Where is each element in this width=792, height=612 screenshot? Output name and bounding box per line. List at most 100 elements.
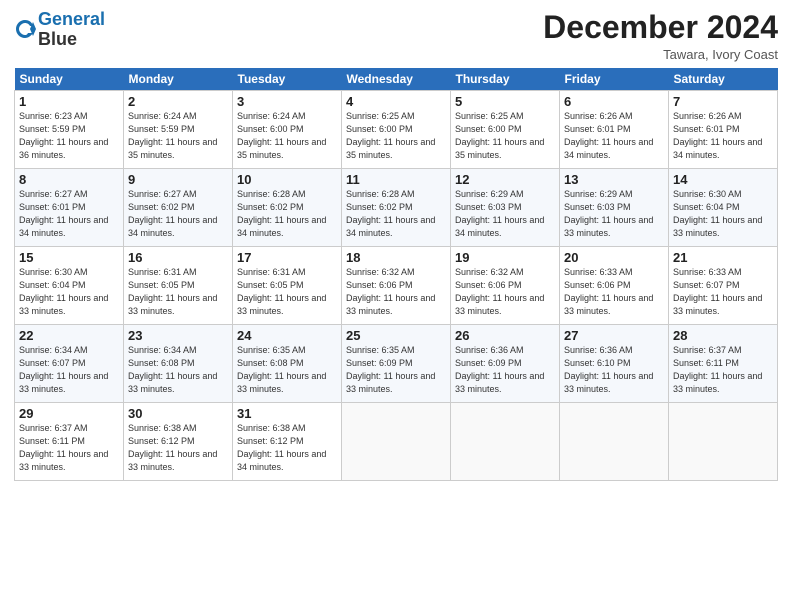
calendar-table: SundayMondayTuesdayWednesdayThursdayFrid… (14, 68, 778, 481)
day-info: Sunrise: 6:34 AMSunset: 6:07 PMDaylight:… (19, 344, 119, 396)
day-number: 7 (673, 94, 773, 109)
day-number: 15 (19, 250, 119, 265)
day-number: 16 (128, 250, 228, 265)
day-info: Sunrise: 6:38 AMSunset: 6:12 PMDaylight:… (237, 422, 337, 474)
day-cell: 25 Sunrise: 6:35 AMSunset: 6:09 PMDaylig… (342, 325, 451, 403)
day-number: 3 (237, 94, 337, 109)
day-cell: 23 Sunrise: 6:34 AMSunset: 6:08 PMDaylig… (124, 325, 233, 403)
day-number: 8 (19, 172, 119, 187)
day-info: Sunrise: 6:24 AMSunset: 5:59 PMDaylight:… (128, 110, 228, 162)
weekday-header-wednesday: Wednesday (342, 68, 451, 91)
day-info: Sunrise: 6:29 AMSunset: 6:03 PMDaylight:… (455, 188, 555, 240)
day-cell: 11 Sunrise: 6:28 AMSunset: 6:02 PMDaylig… (342, 169, 451, 247)
day-number: 27 (564, 328, 664, 343)
day-cell: 13 Sunrise: 6:29 AMSunset: 6:03 PMDaylig… (560, 169, 669, 247)
day-number: 17 (237, 250, 337, 265)
day-info: Sunrise: 6:25 AMSunset: 6:00 PMDaylight:… (455, 110, 555, 162)
week-row-2: 8 Sunrise: 6:27 AMSunset: 6:01 PMDayligh… (15, 169, 778, 247)
day-number: 23 (128, 328, 228, 343)
day-cell: 3 Sunrise: 6:24 AMSunset: 6:00 PMDayligh… (233, 91, 342, 169)
day-cell: 14 Sunrise: 6:30 AMSunset: 6:04 PMDaylig… (669, 169, 778, 247)
day-cell: 4 Sunrise: 6:25 AMSunset: 6:00 PMDayligh… (342, 91, 451, 169)
day-info: Sunrise: 6:24 AMSunset: 6:00 PMDaylight:… (237, 110, 337, 162)
day-info: Sunrise: 6:26 AMSunset: 6:01 PMDaylight:… (564, 110, 664, 162)
day-info: Sunrise: 6:27 AMSunset: 6:02 PMDaylight:… (128, 188, 228, 240)
page: General Blue December 2024 Tawara, Ivory… (0, 0, 792, 612)
day-info: Sunrise: 6:28 AMSunset: 6:02 PMDaylight:… (237, 188, 337, 240)
day-info: Sunrise: 6:31 AMSunset: 6:05 PMDaylight:… (237, 266, 337, 318)
weekday-header-row: SundayMondayTuesdayWednesdayThursdayFrid… (15, 68, 778, 91)
month-title: December 2024 (543, 10, 778, 45)
day-number: 25 (346, 328, 446, 343)
week-row-3: 15 Sunrise: 6:30 AMSunset: 6:04 PMDaylig… (15, 247, 778, 325)
day-cell: 1 Sunrise: 6:23 AMSunset: 5:59 PMDayligh… (15, 91, 124, 169)
day-number: 18 (346, 250, 446, 265)
day-number: 6 (564, 94, 664, 109)
day-info: Sunrise: 6:35 AMSunset: 6:09 PMDaylight:… (346, 344, 446, 396)
day-cell: 15 Sunrise: 6:30 AMSunset: 6:04 PMDaylig… (15, 247, 124, 325)
day-info: Sunrise: 6:26 AMSunset: 6:01 PMDaylight:… (673, 110, 773, 162)
day-info: Sunrise: 6:25 AMSunset: 6:00 PMDaylight:… (346, 110, 446, 162)
location: Tawara, Ivory Coast (543, 47, 778, 62)
day-cell: 24 Sunrise: 6:35 AMSunset: 6:08 PMDaylig… (233, 325, 342, 403)
day-cell (669, 403, 778, 481)
day-number: 9 (128, 172, 228, 187)
title-block: December 2024 Tawara, Ivory Coast (543, 10, 778, 62)
day-cell: 17 Sunrise: 6:31 AMSunset: 6:05 PMDaylig… (233, 247, 342, 325)
day-cell (342, 403, 451, 481)
day-cell: 16 Sunrise: 6:31 AMSunset: 6:05 PMDaylig… (124, 247, 233, 325)
day-cell: 21 Sunrise: 6:33 AMSunset: 6:07 PMDaylig… (669, 247, 778, 325)
day-number: 20 (564, 250, 664, 265)
day-cell: 29 Sunrise: 6:37 AMSunset: 6:11 PMDaylig… (15, 403, 124, 481)
day-cell (451, 403, 560, 481)
day-number: 24 (237, 328, 337, 343)
logo-text: General Blue (38, 10, 105, 50)
day-cell: 5 Sunrise: 6:25 AMSunset: 6:00 PMDayligh… (451, 91, 560, 169)
day-info: Sunrise: 6:27 AMSunset: 6:01 PMDaylight:… (19, 188, 119, 240)
day-number: 26 (455, 328, 555, 343)
day-info: Sunrise: 6:33 AMSunset: 6:06 PMDaylight:… (564, 266, 664, 318)
day-cell: 20 Sunrise: 6:33 AMSunset: 6:06 PMDaylig… (560, 247, 669, 325)
day-info: Sunrise: 6:35 AMSunset: 6:08 PMDaylight:… (237, 344, 337, 396)
day-number: 21 (673, 250, 773, 265)
day-number: 30 (128, 406, 228, 421)
weekday-header-monday: Monday (124, 68, 233, 91)
day-number: 19 (455, 250, 555, 265)
week-row-1: 1 Sunrise: 6:23 AMSunset: 5:59 PMDayligh… (15, 91, 778, 169)
header: General Blue December 2024 Tawara, Ivory… (14, 10, 778, 62)
day-info: Sunrise: 6:28 AMSunset: 6:02 PMDaylight:… (346, 188, 446, 240)
weekday-header-saturday: Saturday (669, 68, 778, 91)
day-cell: 6 Sunrise: 6:26 AMSunset: 6:01 PMDayligh… (560, 91, 669, 169)
day-cell: 2 Sunrise: 6:24 AMSunset: 5:59 PMDayligh… (124, 91, 233, 169)
day-number: 12 (455, 172, 555, 187)
week-row-5: 29 Sunrise: 6:37 AMSunset: 6:11 PMDaylig… (15, 403, 778, 481)
day-number: 11 (346, 172, 446, 187)
day-cell: 28 Sunrise: 6:37 AMSunset: 6:11 PMDaylig… (669, 325, 778, 403)
day-number: 4 (346, 94, 446, 109)
day-cell: 31 Sunrise: 6:38 AMSunset: 6:12 PMDaylig… (233, 403, 342, 481)
weekday-header-sunday: Sunday (15, 68, 124, 91)
day-number: 31 (237, 406, 337, 421)
day-cell: 7 Sunrise: 6:26 AMSunset: 6:01 PMDayligh… (669, 91, 778, 169)
day-cell: 9 Sunrise: 6:27 AMSunset: 6:02 PMDayligh… (124, 169, 233, 247)
day-info: Sunrise: 6:31 AMSunset: 6:05 PMDaylight:… (128, 266, 228, 318)
day-cell: 22 Sunrise: 6:34 AMSunset: 6:07 PMDaylig… (15, 325, 124, 403)
day-info: Sunrise: 6:37 AMSunset: 6:11 PMDaylight:… (19, 422, 119, 474)
day-number: 2 (128, 94, 228, 109)
day-number: 28 (673, 328, 773, 343)
day-info: Sunrise: 6:29 AMSunset: 6:03 PMDaylight:… (564, 188, 664, 240)
day-info: Sunrise: 6:23 AMSunset: 5:59 PMDaylight:… (19, 110, 119, 162)
logo-icon (14, 18, 36, 40)
day-cell: 12 Sunrise: 6:29 AMSunset: 6:03 PMDaylig… (451, 169, 560, 247)
weekday-header-friday: Friday (560, 68, 669, 91)
weekday-header-thursday: Thursday (451, 68, 560, 91)
day-info: Sunrise: 6:34 AMSunset: 6:08 PMDaylight:… (128, 344, 228, 396)
day-info: Sunrise: 6:36 AMSunset: 6:10 PMDaylight:… (564, 344, 664, 396)
day-number: 1 (19, 94, 119, 109)
day-number: 5 (455, 94, 555, 109)
logo: General Blue (14, 10, 105, 50)
week-row-4: 22 Sunrise: 6:34 AMSunset: 6:07 PMDaylig… (15, 325, 778, 403)
day-info: Sunrise: 6:33 AMSunset: 6:07 PMDaylight:… (673, 266, 773, 318)
day-number: 22 (19, 328, 119, 343)
day-cell: 10 Sunrise: 6:28 AMSunset: 6:02 PMDaylig… (233, 169, 342, 247)
